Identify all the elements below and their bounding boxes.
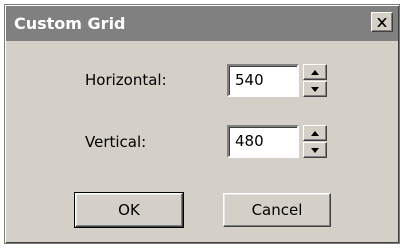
horizontal-spin-up-button[interactable] bbox=[303, 64, 327, 80]
horizontal-label: Horizontal: bbox=[85, 71, 167, 89]
horizontal-input[interactable]: 540 bbox=[227, 64, 299, 97]
vertical-input[interactable]: 480 bbox=[227, 125, 299, 158]
cancel-button[interactable]: Cancel bbox=[223, 193, 331, 227]
arrow-up-icon bbox=[311, 130, 319, 136]
close-button[interactable] bbox=[371, 12, 393, 32]
title-bar[interactable]: Custom Grid bbox=[6, 6, 398, 41]
horizontal-spin-down-button[interactable] bbox=[303, 81, 327, 97]
arrow-up-icon bbox=[311, 69, 319, 75]
close-icon bbox=[377, 17, 387, 27]
arrow-down-icon bbox=[311, 147, 319, 153]
horizontal-spinner bbox=[303, 64, 327, 97]
custom-grid-dialog: Custom Grid Horizontal: 540 Vertical: 48… bbox=[4, 4, 400, 244]
dialog-title: Custom Grid bbox=[14, 14, 126, 33]
ok-button[interactable]: OK bbox=[74, 192, 184, 228]
vertical-label: Vertical: bbox=[85, 133, 147, 151]
vertical-spin-down-button[interactable] bbox=[303, 142, 327, 158]
arrow-down-icon bbox=[311, 86, 319, 92]
vertical-spinner bbox=[303, 125, 327, 158]
vertical-spin-up-button[interactable] bbox=[303, 125, 327, 141]
